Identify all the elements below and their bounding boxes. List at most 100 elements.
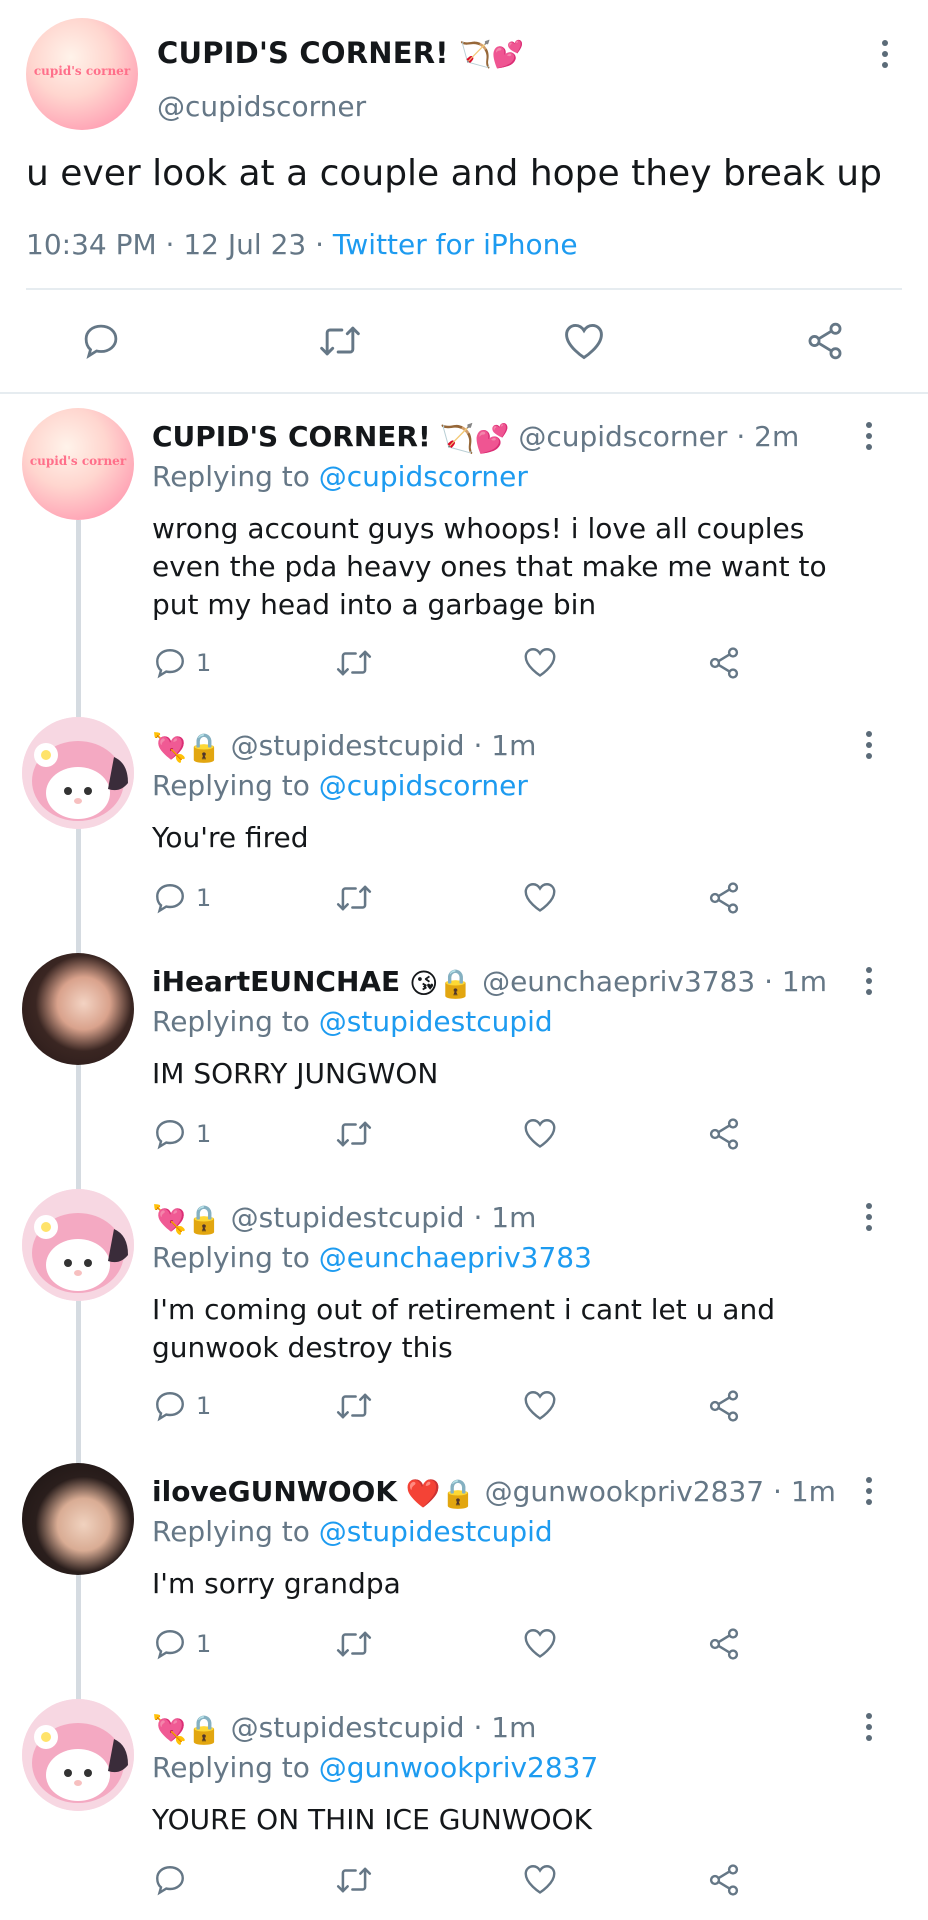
retweet-icon[interactable] [335,1628,373,1660]
replying-to: Replying to @eunchaepriv3783 [152,1241,592,1274]
replying-to-link[interactable]: @cupidscorner [319,460,528,493]
heart-icon[interactable] [522,880,558,914]
divider [26,288,902,290]
heart-icon[interactable] [522,1626,558,1660]
age: 1m [491,1201,537,1234]
age: 1m [790,1475,836,1508]
replying-to: Replying to @stupidestcupid [152,1005,553,1038]
reply-text: wrong account guys whoops! i love all co… [152,512,827,621]
avatar[interactable] [22,1463,134,1575]
avatar[interactable] [22,953,134,1065]
avatar[interactable] [22,1189,134,1301]
share-icon[interactable] [804,320,846,362]
handle[interactable]: @eunchaepriv3783 [482,965,755,998]
reply-actions: 1 [0,880,928,924]
reply-count: 1 [196,1392,212,1420]
reply-tweet[interactable]: 💘🔒 @stupidestcupid · 1m Replying to @eun… [0,1189,928,1459]
tweet-text: u ever look at a couple and hope they br… [26,153,882,194]
avatar[interactable]: cupid's corner [26,18,138,130]
name-emoji: 🏹💕 [439,421,510,455]
avatar[interactable]: cupid's corner [22,408,134,520]
display-name[interactable]: iloveGUNWOOK [152,1475,397,1508]
reply-icon[interactable] [152,880,188,916]
more-options-icon[interactable] [862,1713,876,1749]
replying-to: Replying to @cupidscorner [152,460,528,493]
reply-icon[interactable] [152,1626,188,1662]
reply-text: I'm sorry grandpa [152,1567,401,1600]
heart-icon[interactable] [522,1116,558,1150]
reply-header: CUPID'S CORNER! 🏹💕 @cupidscorner · 2m [152,420,800,455]
tweet-source-link[interactable]: Twitter for iPhone [333,228,578,261]
replying-to-link[interactable]: @stupidestcupid [319,1005,553,1038]
display-name[interactable]: CUPID'S CORNER! [152,420,431,453]
replying-to-link[interactable]: @stupidestcupid [319,1515,553,1548]
handle[interactable]: @gunwookpriv2837 [485,1475,765,1508]
heart-icon[interactable] [522,1862,558,1896]
reply-actions [0,1862,928,1906]
replying-to: Replying to @cupidscorner [152,769,528,802]
reply-icon[interactable] [152,1388,188,1424]
retweet-icon[interactable] [335,647,373,679]
replying-to-link[interactable]: @cupidscorner [319,769,528,802]
retweet-icon[interactable] [335,1118,373,1150]
more-options-icon[interactable] [862,422,876,458]
handle[interactable]: @cupidscorner [157,90,366,123]
avatar[interactable] [22,717,134,829]
retweet-icon[interactable] [335,1390,373,1422]
name-emoji: 💘🔒 [152,730,222,764]
reply-actions: 1 [0,1626,928,1670]
handle[interactable]: @cupidscorner [518,420,727,453]
more-options-icon[interactable] [862,731,876,767]
reply-header: 💘🔒 @stupidestcupid · 1m [152,729,537,764]
retweet-icon[interactable] [335,882,373,914]
handle[interactable]: @stupidestcupid [231,1201,465,1234]
handle[interactable]: @stupidestcupid [231,1711,465,1744]
share-icon[interactable] [706,1116,742,1152]
heart-icon[interactable] [522,645,558,679]
reply-tweet[interactable]: iHeartEUNCHAE 😘🔒 @eunchaepriv3783 · 1m R… [0,953,928,1183]
name-emoji: 🏹💕 [459,40,525,70]
age: 1m [491,729,537,762]
more-options-icon[interactable] [878,40,892,76]
avatar[interactable] [22,1699,134,1811]
display-name[interactable]: CUPID'S CORNER! 🏹💕 [157,36,524,70]
tweet-time: 10:34 PM [26,228,157,261]
reply-count: 1 [196,1630,212,1658]
tweet-date: 12 Jul 23 [183,228,307,261]
reply-icon[interactable] [152,645,188,681]
reply-icon[interactable] [152,1862,188,1898]
retweet-icon[interactable] [335,1864,373,1896]
share-icon[interactable] [706,645,742,681]
reply-actions: 1 [0,1116,928,1160]
reply-tweet[interactable]: 💘🔒 @stupidestcupid · 1m Replying to @gun… [0,1699,928,1920]
share-icon[interactable] [706,1862,742,1898]
reply-icon[interactable] [80,320,122,362]
share-icon[interactable] [706,880,742,916]
reply-text: I'm coming out of retirement i cant let … [152,1293,775,1364]
more-options-icon[interactable] [862,967,876,1003]
reply-actions: 1 [0,1388,928,1432]
reply-tweet[interactable]: cupid's corner CUPID'S CORNER! 🏹💕 @cupid… [0,408,928,698]
age: 2m [754,420,800,453]
divider [0,392,928,394]
main-tweet: cupid's corner CUPID'S CORNER! 🏹💕 @cupid… [0,0,928,395]
reply-tweet[interactable]: iloveGUNWOOK ❤️🔒 @gunwookpriv2837 · 1m R… [0,1463,928,1693]
my-melody-avatar-icon [22,1189,134,1301]
heart-icon[interactable] [562,320,606,362]
heart-icon[interactable] [522,1388,558,1422]
reply-text: You're fired [152,821,309,854]
more-options-icon[interactable] [862,1203,876,1239]
more-options-icon[interactable] [862,1477,876,1513]
share-icon[interactable] [706,1388,742,1424]
handle[interactable]: @stupidestcupid [231,729,465,762]
replying-to-link[interactable]: @gunwookpriv2837 [319,1751,599,1784]
reply-icon[interactable] [152,1116,188,1152]
reply-actions: 1 [0,645,928,689]
share-icon[interactable] [706,1626,742,1662]
replying-to: Replying to @stupidestcupid [152,1515,553,1548]
reply-tweet[interactable]: 💘🔒 @stupidestcupid · 1m Replying to @cup… [0,717,928,947]
age: 1m [491,1711,537,1744]
display-name[interactable]: iHeartEUNCHAE [152,965,400,998]
retweet-icon[interactable] [318,322,362,360]
replying-to-link[interactable]: @eunchaepriv3783 [319,1241,592,1274]
